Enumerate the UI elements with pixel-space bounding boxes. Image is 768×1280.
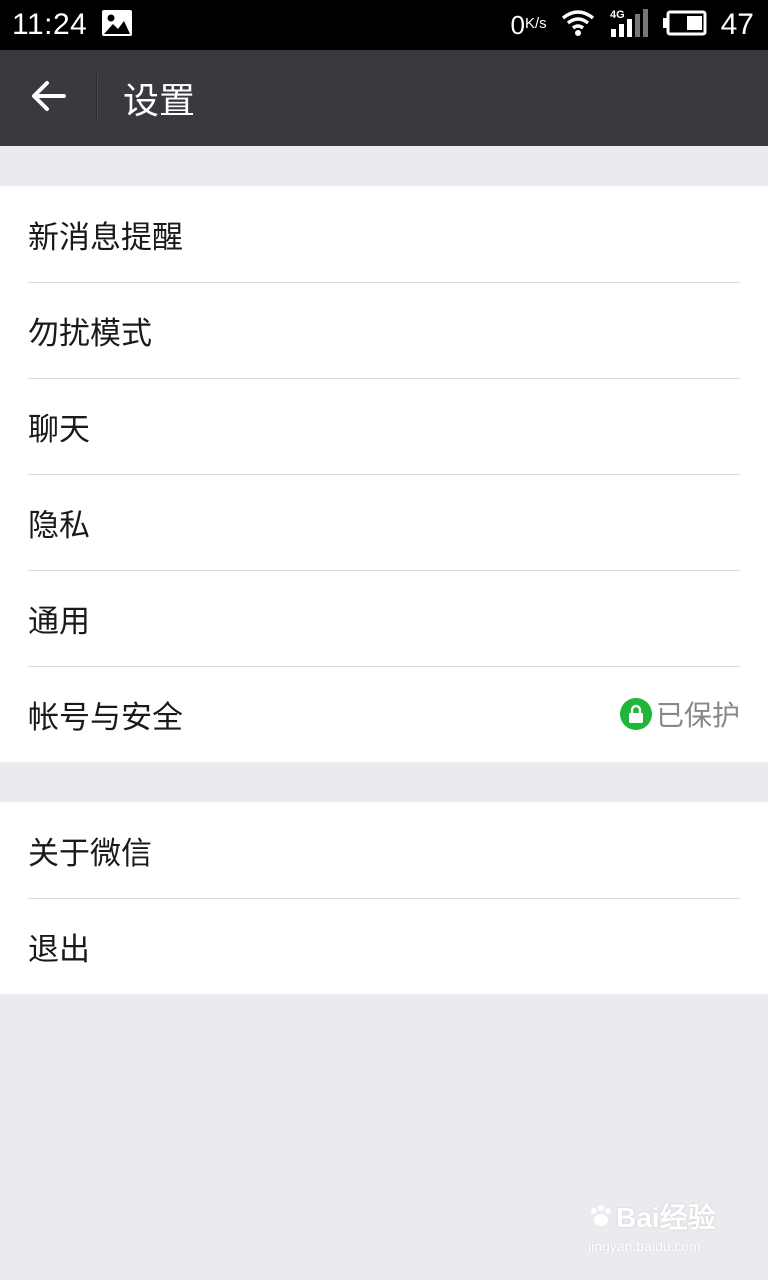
settings-item-label: 聊天 <box>28 411 90 448</box>
back-button[interactable] <box>0 50 96 146</box>
battery-icon <box>662 10 707 40</box>
settings-item-label: 通用 <box>28 603 90 640</box>
net-speed: 0K/s <box>510 9 547 40</box>
svg-text:4G: 4G <box>610 9 625 21</box>
wifi-icon <box>561 9 595 41</box>
settings-item-new-message-notify[interactable]: 新消息提醒 <box>0 186 768 282</box>
image-icon <box>101 9 133 41</box>
watermark-brand: Bai经验 <box>588 1196 738 1236</box>
settings-item-logout[interactable]: 退出 <box>0 898 768 994</box>
settings-item-account-security[interactable]: 帐号与安全 已保护 <box>0 666 768 762</box>
signal-icon: 4G <box>609 8 649 42</box>
status-bar: 11:24 0K/s 4G 47 <box>0 0 768 50</box>
settings-item-do-not-disturb[interactable]: 勿扰模式 <box>0 282 768 378</box>
settings-item-label: 隐私 <box>28 507 90 544</box>
settings-item-label: 关于微信 <box>28 835 152 872</box>
settings-item-chat[interactable]: 聊天 <box>0 378 768 474</box>
arrow-left-icon <box>30 79 66 117</box>
lock-icon <box>619 698 652 730</box>
settings-item-label: 勿扰模式 <box>28 315 152 352</box>
baidu-jingyan-watermark: Bai经验 jingyan.baidu.com <box>588 1196 738 1266</box>
settings-group-main: 新消息提醒 勿扰模式 聊天 隐私 通用 帐号与安全 已保护 <box>0 186 768 762</box>
settings-item-label: 退出 <box>28 931 90 968</box>
protection-status-text: 已保护 <box>655 699 740 732</box>
settings-item-privacy[interactable]: 隐私 <box>0 474 768 570</box>
status-time: 11:24 <box>12 8 88 41</box>
watermark-url: jingyan.baidu.com <box>588 1238 701 1254</box>
settings-item-about-wechat[interactable]: 关于微信 <box>0 802 768 898</box>
app-bar: 设置 <box>0 50 768 146</box>
app-bar-divider <box>96 74 97 122</box>
settings-item-label: 帐号与安全 <box>28 699 183 736</box>
protection-status: 已保护 <box>619 694 740 734</box>
page-title: 设置 <box>123 81 196 122</box>
settings-item-label: 新消息提醒 <box>28 219 183 256</box>
battery-level: 47 <box>720 8 754 41</box>
settings-item-general[interactable]: 通用 <box>0 570 768 666</box>
settings-group-secondary: 关于微信 退出 <box>0 802 768 994</box>
paw-icon <box>591 1205 611 1226</box>
